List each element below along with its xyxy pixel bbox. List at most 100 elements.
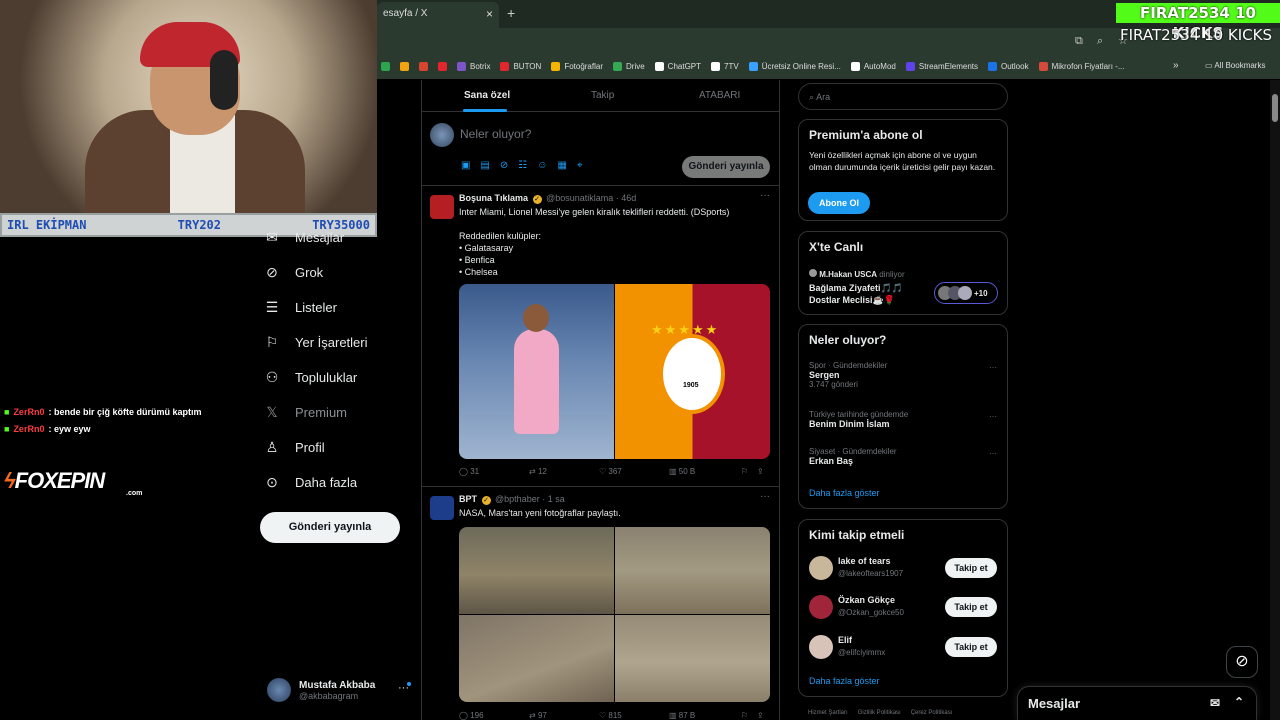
- reply-button[interactable]: ◯ 31: [459, 467, 529, 476]
- live-card[interactable]: X'te Canlı M.Hakan USCA dinliyor Bağlama…: [798, 231, 1008, 315]
- bookmark-item[interactable]: Mikrofon Fiyatları -...: [1038, 62, 1124, 71]
- footer-link[interactable]: Çerez Politikası: [911, 710, 953, 716]
- footer-link[interactable]: Gizlilik Politikası: [858, 710, 901, 716]
- reply-button[interactable]: ◯ 196: [459, 711, 529, 720]
- account-switcher[interactable]: Mustafa Akbaba @akbabagram: [267, 678, 375, 702]
- messages-dock[interactable]: Mesajlar ✉ ⌃: [1017, 686, 1257, 720]
- repost-count: 97: [537, 711, 547, 720]
- bookmark-item[interactable]: [381, 62, 390, 71]
- tweet[interactable]: Boşuna Tıklama ✓ @bosunatiklama · 46d ··…: [421, 186, 780, 487]
- nav-profile[interactable]: ♙ Profil: [262, 439, 325, 456]
- tweet-more-button[interactable]: ···: [760, 190, 770, 201]
- nav-premium[interactable]: 𝕏 Premium: [262, 404, 347, 421]
- trends-show-more[interactable]: Daha fazla göster: [809, 488, 880, 498]
- poll-icon[interactable]: ☷: [518, 160, 527, 171]
- share-icon[interactable]: ⇪: [757, 467, 764, 476]
- location-icon[interactable]: ⌖: [577, 160, 583, 171]
- tweet-more-button[interactable]: ···: [760, 491, 770, 502]
- search-input[interactable]: ⌕ Ara: [798, 83, 1008, 110]
- expand-icon[interactable]: ⌃: [1234, 695, 1244, 709]
- grok-icon[interactable]: ⊘: [500, 160, 508, 171]
- follow-button[interactable]: Takip et: [945, 597, 997, 617]
- trend-item[interactable]: Türkiye tarihinde gündemde Benim Dinim İ…: [809, 410, 908, 429]
- scrollbar[interactable]: [1270, 80, 1280, 720]
- compose-post-button[interactable]: Gönderi yayınla: [682, 156, 770, 178]
- follow-suggestion[interactable]: Özkan Gökçe @Ozkan_gokce50 Takip et: [809, 595, 999, 621]
- trend-item[interactable]: Spor · Gündemdekiler Sergen 3.747 gönder…: [809, 361, 887, 389]
- close-tab-icon[interactable]: ×: [486, 7, 493, 21]
- image-icon[interactable]: ▣: [461, 160, 470, 171]
- tweet-author[interactable]: Boşuna Tıklama: [459, 193, 528, 203]
- trend-more-button[interactable]: ···: [989, 449, 997, 458]
- views-button[interactable]: ▥ 87 B: [669, 711, 741, 720]
- tab-atabari[interactable]: ATABARI: [699, 90, 740, 101]
- tab-following[interactable]: Takip: [591, 90, 614, 101]
- repost-button[interactable]: ⇄ 97: [529, 711, 599, 720]
- grok-button[interactable]: ⊘: [1226, 646, 1258, 678]
- bookmark-item[interactable]: ChatGPT: [654, 62, 701, 71]
- live-line-2: Dostlar Meclisi☕🌹: [809, 295, 895, 305]
- browser-tab[interactable]: esayfa / X ×: [377, 2, 499, 28]
- nav-bookmarks[interactable]: ⚐ Yer İşaretleri: [262, 334, 368, 351]
- bookmark-item[interactable]: [419, 62, 428, 71]
- tweet-image[interactable]: 1905 ★★★★★: [459, 284, 770, 459]
- tweet-image-grid[interactable]: [459, 527, 770, 702]
- follow-button[interactable]: Takip et: [945, 558, 997, 578]
- nav-lists[interactable]: ☰ Listeler: [262, 299, 337, 316]
- bookmark-item[interactable]: AutoMod: [850, 62, 896, 71]
- tweet-time[interactable]: · 46d: [616, 193, 637, 203]
- compose-input[interactable]: Neler oluyor?: [460, 127, 531, 141]
- nav-communities[interactable]: ⚇ Topluluklar: [262, 369, 357, 386]
- tweet[interactable]: BPT ✓ @bpthaber · 1 sa ··· NASA, Mars'ta…: [421, 487, 780, 720]
- trend-item[interactable]: Siyaset · Gündemdekiler Erkan Baş: [809, 447, 897, 466]
- new-tab-button[interactable]: +: [507, 5, 515, 21]
- trend-more-button[interactable]: ···: [989, 363, 997, 372]
- post-button[interactable]: Gönderi yayınla: [260, 512, 400, 543]
- bookmark-item[interactable]: [438, 62, 447, 71]
- gif-icon[interactable]: ▤: [480, 160, 489, 171]
- follow-suggestion[interactable]: Elif @elifciyimmx Takip et: [809, 635, 999, 661]
- nav-messages[interactable]: ✉ Mesajlar: [262, 229, 344, 246]
- follow-show-more[interactable]: Daha fazla göster: [809, 676, 880, 686]
- emoji-icon[interactable]: ☺: [537, 160, 547, 171]
- tweet-time[interactable]: · 1 sa: [542, 494, 565, 504]
- footer-link[interactable]: Hizmet Şartları: [808, 710, 848, 716]
- like-button[interactable]: ♡ 367: [599, 467, 669, 476]
- bookmark-item[interactable]: Fotoğraflar: [551, 62, 603, 71]
- avatar: [267, 678, 291, 702]
- bookmark-item[interactable]: Ücretsiz Online Resi...: [748, 62, 841, 71]
- bookmark-item[interactable]: Outlook: [988, 62, 1029, 71]
- repost-button[interactable]: ⇄ 12: [529, 467, 599, 476]
- scrollbar-thumb[interactable]: [1272, 94, 1278, 122]
- bookmark-item[interactable]: Botrix: [457, 62, 490, 71]
- bookmark-item[interactable]: BUTON: [500, 62, 541, 71]
- new-message-icon[interactable]: ✉: [1210, 696, 1220, 710]
- subscribe-button[interactable]: Abone Ol: [808, 192, 870, 214]
- tweet-author[interactable]: BPT: [459, 494, 477, 504]
- nav-more[interactable]: ⊙ Daha fazla: [262, 474, 357, 491]
- bookmark-icon[interactable]: ⚐: [741, 711, 757, 720]
- bookmark-item[interactable]: Drive: [613, 62, 645, 71]
- zoom-icon[interactable]: ⌕: [1097, 35, 1103, 48]
- search-placeholder: Ara: [816, 92, 831, 102]
- bookmark-item[interactable]: [400, 62, 409, 71]
- bookmarks-overflow-button[interactable]: »: [1173, 60, 1179, 71]
- follow-button[interactable]: Takip et: [945, 637, 997, 657]
- trend-more-button[interactable]: ···: [989, 412, 997, 421]
- share-icon[interactable]: ⇪: [757, 711, 764, 720]
- all-bookmarks-button[interactable]: ▭ All Bookmarks: [1205, 61, 1265, 70]
- tab-for-you[interactable]: Sana özel: [464, 90, 510, 101]
- nav-grok[interactable]: ⊘ Grok: [262, 264, 323, 281]
- schedule-icon[interactable]: ▦: [557, 160, 566, 171]
- cast-icon[interactable]: ⧉: [1075, 35, 1083, 48]
- bookmark-item[interactable]: StreamElements: [905, 62, 978, 71]
- bookmark-item[interactable]: 7TV: [711, 62, 739, 71]
- tweet-handle[interactable]: @bpthaber: [495, 494, 540, 504]
- follow-suggestion[interactable]: lake of tears @lakeoftears1907 Takip et: [809, 556, 999, 582]
- bookmark-favicon-icon: [711, 62, 721, 71]
- views-button[interactable]: ▥ 50 B: [669, 467, 741, 476]
- bookmark-icon[interactable]: ⚐: [741, 467, 757, 476]
- tweet-handle[interactable]: @bosunatiklama: [546, 193, 613, 203]
- like-button[interactable]: ♡ 815: [599, 711, 669, 720]
- account-more-button[interactable]: ···: [398, 682, 411, 694]
